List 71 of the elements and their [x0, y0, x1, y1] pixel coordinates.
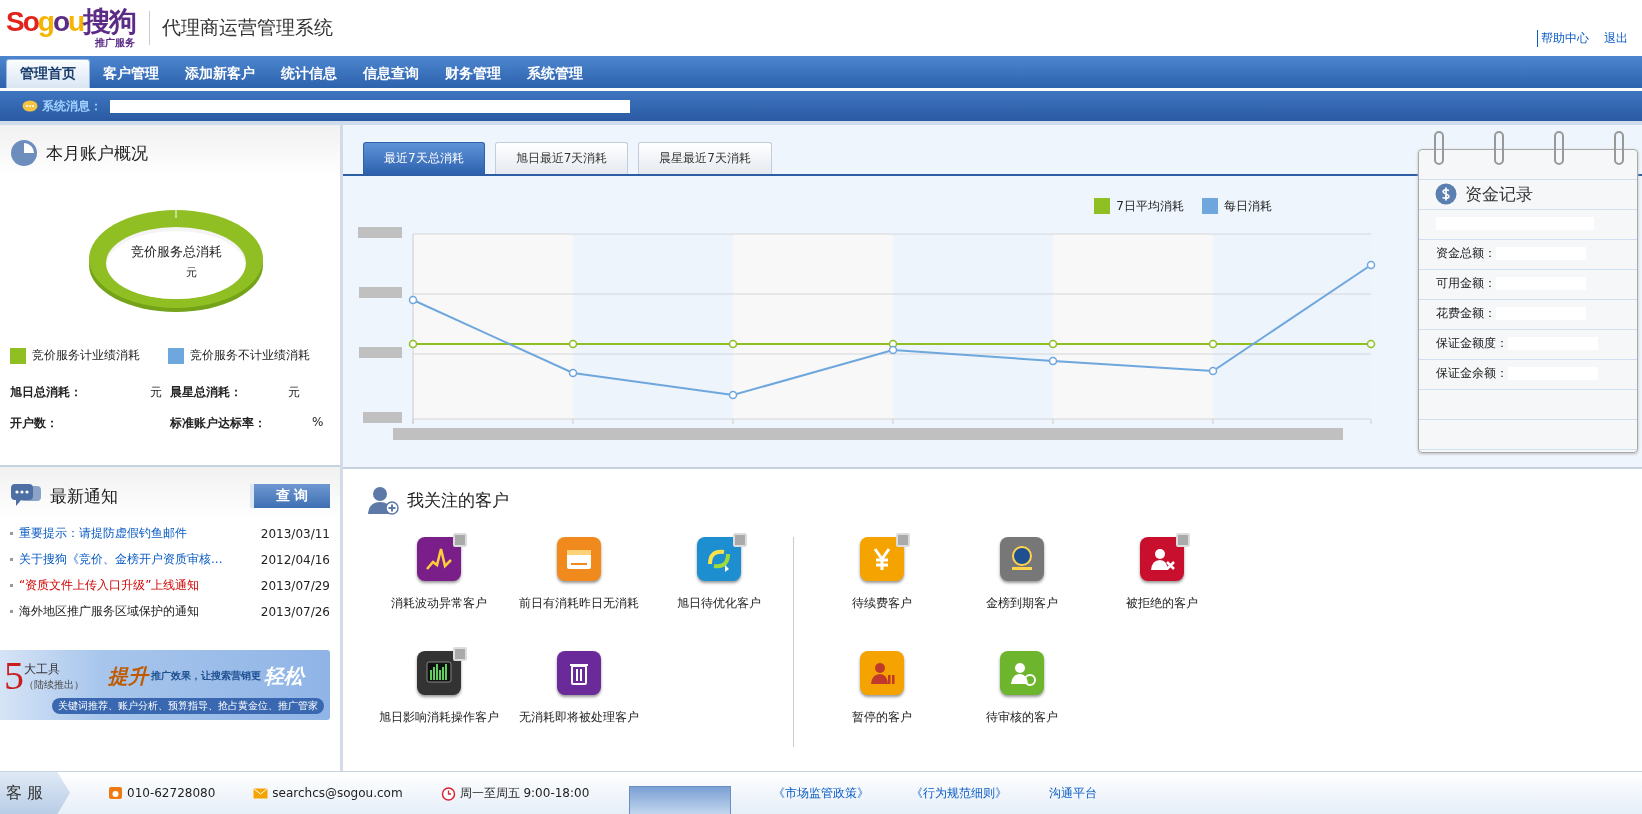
- category-label[interactable]: 旭日影响消耗操作客户: [379, 709, 499, 726]
- unit-label: 元: [185, 265, 197, 280]
- banner-number: 5: [4, 656, 24, 696]
- phone-number: 010-62728080: [127, 786, 216, 800]
- nav-tab[interactable]: 统计信息: [268, 59, 350, 88]
- footer-link[interactable]: 《市场监管政策》: [773, 784, 870, 802]
- category-label[interactable]: 暂停的客户: [852, 709, 912, 726]
- category-label[interactable]: 待续费客户: [852, 595, 912, 612]
- banner-text: 轻松: [264, 662, 304, 690]
- stat-label: 标准账户达标率：: [170, 415, 266, 432]
- query-button[interactable]: 查 询: [250, 484, 330, 508]
- unit-label: 元: [288, 384, 300, 401]
- category-label[interactable]: 金榜到期客户: [986, 595, 1058, 612]
- legend-label: 竞价服务不计业绩消耗: [190, 347, 310, 364]
- donut-label: 竞价服务总消耗: [130, 243, 222, 261]
- top-link[interactable]: 退出: [1601, 30, 1628, 47]
- field-label: 可用金额：: [1436, 274, 1496, 292]
- nav-tab[interactable]: 财务管理: [432, 59, 514, 88]
- stat-label: 晨星总消耗：: [170, 384, 242, 401]
- unit-label: 元: [150, 384, 162, 401]
- app-title: 代理商运营管理系统: [162, 15, 334, 40]
- footer-link[interactable]: 沟通平台: [1049, 784, 1098, 802]
- logo: Sogou搜狗: [6, 7, 136, 37]
- notice-date: 2013/03/11: [260, 526, 330, 541]
- panel-title: 最新通知: [50, 484, 118, 508]
- field-label: 资金总额：: [1436, 244, 1496, 262]
- banner-text: 推广效果，让搜索营销更: [151, 669, 261, 683]
- field-label: 保证金余额：: [1436, 364, 1508, 382]
- notice-date: 2013/07/29: [260, 578, 330, 593]
- message-label: 系统消息：: [42, 97, 102, 115]
- chart-tab[interactable]: 最近7天总消耗: [363, 142, 485, 174]
- stat-label: 开户数：: [10, 415, 58, 432]
- email-address: searchcs@sogou.com: [272, 786, 403, 800]
- nav-tab[interactable]: 信息查询: [350, 59, 432, 88]
- stat-label: 旭日总消耗：: [10, 384, 82, 401]
- category-label[interactable]: 旭日待优化客户: [677, 595, 761, 612]
- banner-features: 关键词推荐、账户分析、预算指导、抢占黄金位、推广管家: [52, 698, 324, 714]
- nav-tab[interactable]: 系统管理: [514, 59, 596, 88]
- notice-link[interactable]: 海外地区推广服务区域保护的通知: [19, 603, 199, 620]
- card-title: 资金记录: [1465, 182, 1533, 206]
- nav-tab[interactable]: 管理首页: [6, 59, 90, 88]
- service-hours: 周一至周五 9:00-18:00: [459, 784, 590, 802]
- notice-link[interactable]: “资质文件上传入口升级”上线通知: [19, 577, 200, 594]
- category-label[interactable]: 被拒绝的客户: [1126, 595, 1198, 612]
- legend-label: 7日平均消耗: [1116, 197, 1184, 215]
- notice-date: 2013/07/26: [260, 604, 330, 619]
- chart-tab[interactable]: 旭日最近7天消耗: [494, 142, 629, 174]
- banner-text: 提升: [108, 662, 148, 690]
- category-label[interactable]: 待审核的客户: [986, 709, 1058, 726]
- nav-tab[interactable]: 客户管理: [90, 59, 172, 88]
- notice-link[interactable]: 关于搜狗《竞价、金榜开户资质审核...: [19, 551, 223, 568]
- legend-label: 竞价服务计业绩消耗: [32, 347, 140, 364]
- chart-tab[interactable]: 晨星最近7天消耗: [638, 142, 772, 174]
- panel-title: 我关注的客户: [407, 488, 509, 512]
- footer-link[interactable]: 《行为规范细则》: [911, 784, 1008, 802]
- unit-label: %: [312, 415, 324, 431]
- field-label: 保证金额度：: [1436, 334, 1508, 352]
- banner-text: 大工具: [24, 660, 61, 678]
- category-label[interactable]: 消耗波动异常客户: [391, 595, 487, 612]
- field-label: 花费金额：: [1436, 304, 1496, 322]
- top-link[interactable]: 帮助中心: [1537, 30, 1589, 47]
- notice-link[interactable]: 重要提示：请提防虚假钓鱼邮件: [19, 525, 187, 542]
- nav-tab[interactable]: 添加新客户: [172, 59, 268, 88]
- category-label[interactable]: 无消耗即将被处理客户: [519, 709, 639, 726]
- category-label[interactable]: 前日有消耗昨日无消耗: [519, 595, 639, 612]
- legend-label: 每日消耗: [1224, 197, 1272, 215]
- notice-date: 2012/04/16: [260, 552, 330, 567]
- support-label: 客 服: [0, 772, 70, 814]
- panel-title: 本月账户概况: [46, 141, 148, 165]
- banner-text: （陆续推出）: [24, 677, 84, 692]
- logo-subtitle: 推广服务: [95, 37, 136, 49]
